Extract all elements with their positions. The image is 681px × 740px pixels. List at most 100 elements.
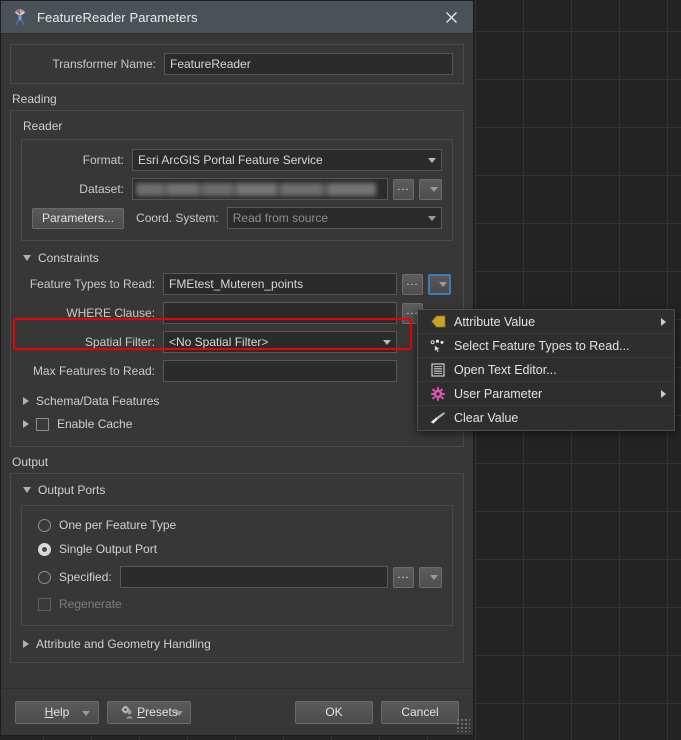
chevron-right-icon <box>23 640 29 648</box>
chevron-down-icon <box>428 215 436 221</box>
radio-single-output-port[interactable]: Single Output Port <box>38 542 442 556</box>
max-features-label: Max Features to Read: <box>32 364 155 378</box>
presets-rest: resets <box>145 705 178 719</box>
menu-item-select-feature-types[interactable]: Select Feature Types to Read... <box>418 334 674 358</box>
spatial-filter-select[interactable]: <No Spatial Filter> <box>163 331 397 353</box>
resize-grip[interactable] <box>456 718 470 732</box>
menu-item-clear-value[interactable]: Clear Value <box>418 406 674 430</box>
clear-value-icon <box>428 410 448 426</box>
close-icon[interactable] <box>429 2 473 33</box>
dataset-label: Dataset: <box>79 182 124 196</box>
attribute-geometry-handling-label: Attribute and Geometry Handling <box>36 637 211 651</box>
menu-item-label: Select Feature Types to Read... <box>454 338 630 353</box>
dialog-title: FeatureReader Parameters <box>37 9 198 25</box>
feature-types-input[interactable]: FMEtest_Muteren_points <box>163 273 397 295</box>
ok-button[interactable]: OK <box>295 700 373 724</box>
radio-specified[interactable]: Specified: ... <box>38 566 442 588</box>
coord-system-select[interactable]: Read from source <box>226 207 442 229</box>
where-clause-label: WHERE Clause: <box>66 306 155 320</box>
reading-panel: Reader Format: Esri ArcGIS Portal Featur… <box>10 110 464 447</box>
chevron-down-icon <box>175 710 183 716</box>
dialog-titlebar[interactable]: FeatureReader Parameters <box>1 1 473 34</box>
transformer-name-panel: Transformer Name: FeatureReader <box>10 44 464 84</box>
where-clause-input[interactable] <box>163 302 397 324</box>
specified-input[interactable] <box>119 566 388 588</box>
feature-types-dropdown-button[interactable] <box>428 273 451 295</box>
output-ports-group-label: Output Ports <box>38 483 106 497</box>
regenerate-label: Regenerate <box>59 597 122 611</box>
chevron-right-icon <box>23 420 29 428</box>
feature-types-context-menu: Attribute Value Select Feature Types to … <box>417 309 675 431</box>
transformer-name-label: Transformer Name: <box>52 57 156 71</box>
radio-icon <box>38 518 51 532</box>
constraints-expander[interactable]: Constraints <box>23 251 453 265</box>
menu-item-label: User Parameter <box>454 386 543 401</box>
featurereader-icon <box>11 8 29 26</box>
cancel-button[interactable]: Cancel <box>381 700 459 724</box>
menu-item-label: Attribute Value <box>454 314 536 329</box>
regenerate-checkbox <box>38 597 51 611</box>
radio-icon <box>38 570 51 584</box>
format-value: Esri ArcGIS Portal Feature Service <box>138 153 323 167</box>
chevron-right-icon <box>23 397 29 405</box>
menu-item-open-text-editor[interactable]: Open Text Editor... <box>418 358 674 382</box>
output-ports-expander[interactable]: Output Ports <box>23 483 453 497</box>
attribute-geometry-handling-expander[interactable]: Attribute and Geometry Handling <box>23 637 453 651</box>
presets-icon <box>120 705 135 719</box>
format-select[interactable]: Esri ArcGIS Portal Feature Service <box>132 149 442 171</box>
menu-item-user-parameter[interactable]: User Parameter <box>418 382 674 406</box>
attribute-value-icon <box>428 314 448 330</box>
specified-browse-button[interactable]: ... <box>393 566 414 588</box>
constraints-content: Feature Types to Read: FMEtest_Muteren_p… <box>21 273 453 382</box>
menu-item-attribute-value[interactable]: Attribute Value <box>418 310 674 334</box>
chevron-right-icon <box>661 389 666 398</box>
output-panel: Output Ports One per Feature Type Single… <box>10 473 464 663</box>
presets-mnemonic: P <box>137 705 146 719</box>
output-ports-subpanel: One per Feature Type Single Output Port … <box>21 505 453 626</box>
max-features-input[interactable] <box>163 360 397 382</box>
dataset-redacted-overlay <box>136 183 376 196</box>
menu-item-label: Clear Value <box>454 411 519 425</box>
select-feature-types-icon <box>428 338 448 354</box>
help-rest: elp <box>53 705 70 719</box>
schema-data-features-expander[interactable]: Schema/Data Features <box>23 394 453 408</box>
chevron-down-icon <box>23 487 31 493</box>
spatial-filter-label: Spatial Filter: <box>84 335 155 349</box>
chevron-down-icon <box>429 186 438 192</box>
feature-types-browse-button[interactable]: ... <box>402 273 423 295</box>
text-editor-icon <box>428 362 448 378</box>
presets-button-label: Presets <box>120 705 178 719</box>
featurereader-parameters-dialog: FeatureReader Parameters Transformer Nam… <box>0 0 474 736</box>
help-button[interactable]: Help <box>15 700 99 724</box>
chevron-down-icon <box>429 574 438 580</box>
output-section-label: Output <box>12 455 49 469</box>
radio-label: Specified: <box>59 570 112 584</box>
chevron-down-icon <box>438 281 447 287</box>
radio-icon-selected <box>38 542 51 556</box>
radio-one-per-feature-type[interactable]: One per Feature Type <box>38 518 442 532</box>
enable-cache-checkbox[interactable] <box>36 417 49 431</box>
menu-item-label: Open Text Editor... <box>454 362 557 377</box>
reader-parameters-button[interactable]: Parameters... <box>32 207 125 229</box>
reading-section-label: Reading <box>12 92 57 106</box>
enable-cache-expander[interactable]: Enable Cache <box>23 417 453 431</box>
schema-data-features-label: Schema/Data Features <box>36 394 160 408</box>
coord-system-value: Read from source <box>232 211 329 225</box>
chevron-down-icon <box>82 710 90 716</box>
chevron-right-icon <box>661 317 666 326</box>
reader-group-label: Reader <box>23 119 63 133</box>
chevron-down-icon <box>383 339 391 345</box>
specified-dropdown-button[interactable] <box>419 566 442 588</box>
dataset-dropdown-button[interactable] <box>419 178 442 200</box>
dataset-browse-button[interactable]: ... <box>393 178 414 200</box>
presets-button[interactable]: Presets <box>107 700 191 724</box>
spatial-filter-value: <No Spatial Filter> <box>169 335 269 349</box>
transformer-name-input[interactable]: FeatureReader <box>164 53 453 75</box>
help-button-label: Help <box>45 705 70 719</box>
dataset-input[interactable] <box>132 178 388 200</box>
feature-types-label: Feature Types to Read: <box>29 277 155 291</box>
chevron-down-icon <box>428 157 436 163</box>
regenerate-option: Regenerate <box>38 597 442 611</box>
dialog-footer: Help Presets OK Cancel <box>1 688 473 735</box>
coord-system-label: Coord. System: <box>136 211 219 225</box>
